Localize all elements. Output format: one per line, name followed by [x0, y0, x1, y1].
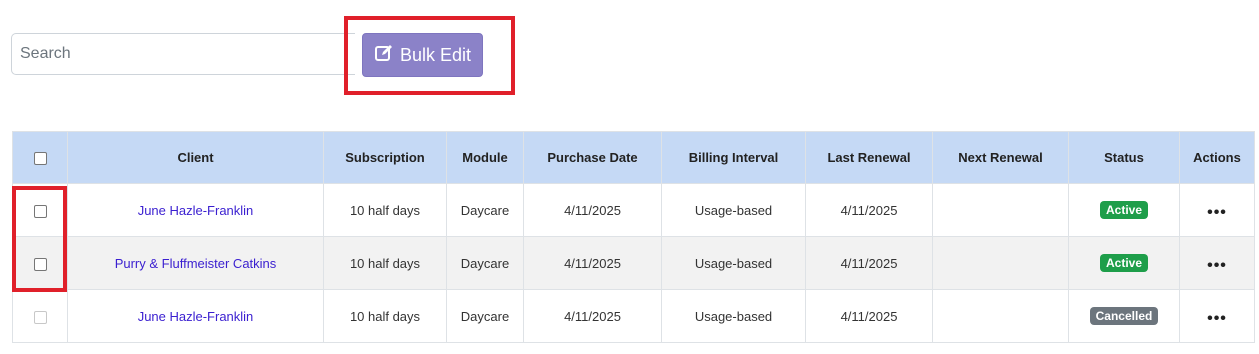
subscription-cell: 10 half days	[323, 183, 447, 237]
last-renewal-cell: 4/11/2025	[805, 183, 933, 237]
more-actions-icon[interactable]: •••	[1207, 204, 1227, 222]
next-renewal-cell	[932, 183, 1069, 237]
actions-cell: •••	[1179, 236, 1255, 290]
module-cell: Daycare	[446, 236, 524, 290]
row-checkbox[interactable]	[33, 257, 47, 271]
status-cell: Active	[1068, 183, 1180, 237]
status-badge: Active	[1099, 254, 1149, 272]
module-cell: Daycare	[446, 289, 524, 343]
select-all-cell	[12, 131, 68, 184]
column-header-status[interactable]: Status	[1068, 131, 1180, 184]
next-renewal-cell	[932, 236, 1069, 290]
search-input[interactable]	[11, 33, 355, 75]
bulk-edit-label: Bulk Edit	[399, 44, 472, 65]
last-renewal-cell: 4/11/2025	[805, 236, 933, 290]
row-select-cell	[12, 236, 68, 290]
status-badge: Cancelled	[1089, 307, 1159, 325]
column-header-client[interactable]: Client	[67, 131, 324, 184]
table-row: June Hazle-Franklin 10 half days Daycare…	[12, 183, 1255, 237]
select-all-checkbox[interactable]	[33, 152, 47, 166]
module-cell: Daycare	[446, 183, 524, 237]
column-header-last-renewal[interactable]: Last Renewal	[805, 131, 933, 184]
purchase-date-cell: 4/11/2025	[523, 183, 662, 237]
row-select-cell	[12, 289, 68, 343]
client-cell: Purry & Fluffmeister Catkins	[67, 236, 324, 290]
column-header-purchase-date[interactable]: Purchase Date	[523, 131, 662, 184]
more-actions-icon[interactable]: •••	[1207, 257, 1227, 275]
status-cell: Cancelled	[1068, 289, 1180, 343]
billing-interval-cell: Usage-based	[661, 236, 806, 290]
billing-interval-cell: Usage-based	[661, 183, 806, 237]
subscription-cell: 10 half days	[323, 236, 447, 290]
column-header-next-renewal[interactable]: Next Renewal	[932, 131, 1069, 184]
client-link[interactable]: June Hazle-Franklin	[138, 309, 254, 324]
column-header-billing-interval[interactable]: Billing Interval	[661, 131, 806, 184]
next-renewal-cell	[932, 289, 1069, 343]
purchase-date-cell: 4/11/2025	[523, 236, 662, 290]
table-row: Purry & Fluffmeister Catkins 10 half day…	[12, 236, 1255, 290]
table-row: June Hazle-Franklin 10 half days Daycare…	[12, 289, 1255, 343]
client-link[interactable]: June Hazle-Franklin	[138, 203, 254, 218]
billing-interval-cell: Usage-based	[661, 289, 806, 343]
subscriptions-table: Client Subscription Module Purchase Date…	[12, 131, 1255, 343]
last-renewal-cell: 4/11/2025	[805, 289, 933, 343]
column-header-actions: Actions	[1179, 131, 1255, 184]
status-cell: Active	[1068, 236, 1180, 290]
bulk-edit-button[interactable]: Bulk Edit	[362, 33, 483, 77]
row-checkbox[interactable]	[33, 204, 47, 218]
table-header-row: Client Subscription Module Purchase Date…	[12, 131, 1255, 184]
purchase-date-cell: 4/11/2025	[523, 289, 662, 343]
more-actions-icon[interactable]: •••	[1207, 310, 1227, 328]
row-select-cell	[12, 183, 68, 237]
actions-cell: •••	[1179, 183, 1255, 237]
status-badge: Active	[1099, 201, 1149, 219]
edit-square-icon	[374, 43, 394, 68]
subscription-cell: 10 half days	[323, 289, 447, 343]
client-cell: June Hazle-Franklin	[67, 183, 324, 237]
column-header-subscription[interactable]: Subscription	[323, 131, 447, 184]
client-cell: June Hazle-Franklin	[67, 289, 324, 343]
column-header-module[interactable]: Module	[446, 131, 524, 184]
row-checkbox-disabled	[33, 310, 47, 324]
client-link[interactable]: Purry & Fluffmeister Catkins	[115, 256, 277, 271]
actions-cell: •••	[1179, 289, 1255, 343]
toolbar: Bulk Edit	[11, 33, 1251, 77]
